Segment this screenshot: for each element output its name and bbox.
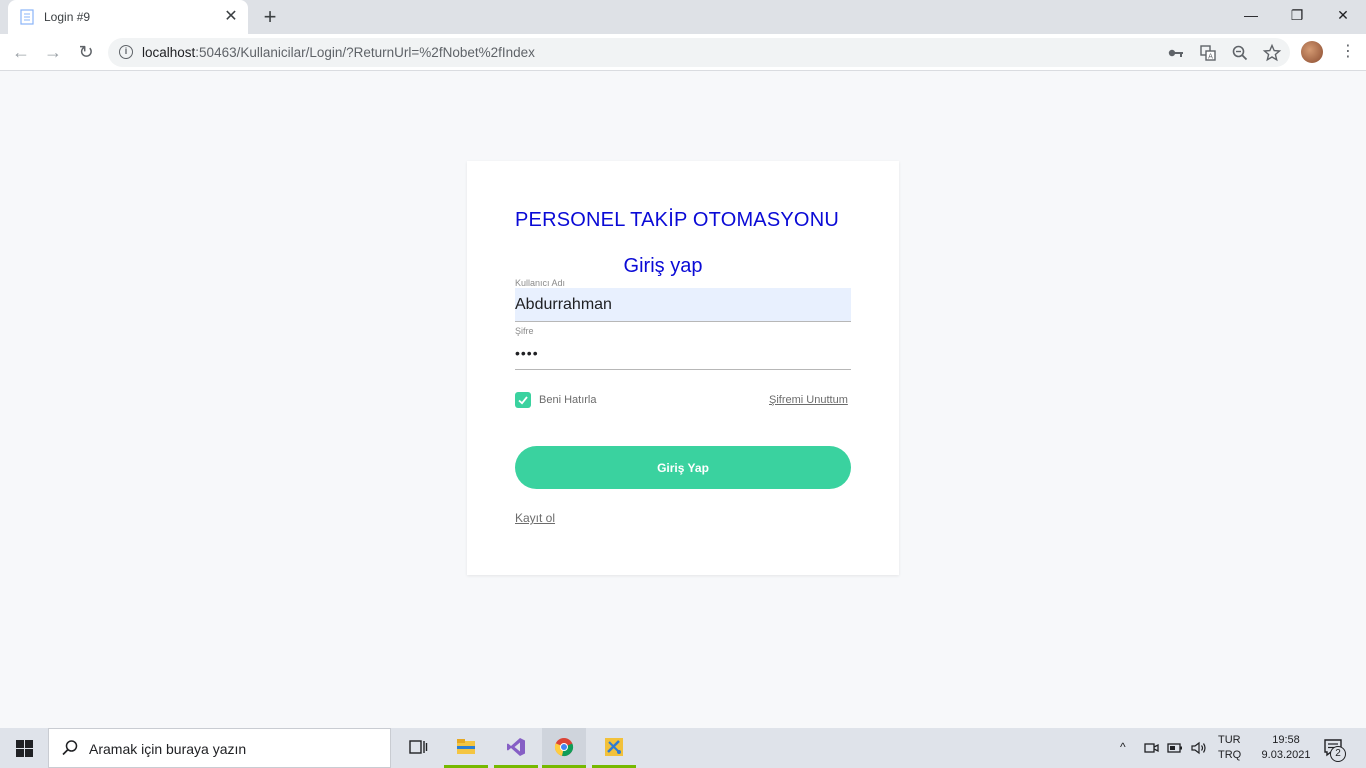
taskbar-file-explorer[interactable] <box>444 728 488 768</box>
browser-toolbar: ← → ↻ i localhost:50463/Kullanicilar/Log… <box>0 34 1366 71</box>
tab-title: Login #9 <box>44 10 91 24</box>
notification-count-badge: 2 <box>1330 746 1346 762</box>
register-link[interactable]: Kayıt ol <box>515 511 555 525</box>
browser-tab-active[interactable]: Login #9 ✕ <box>8 0 248 34</box>
password-field: Şifre <box>515 326 851 370</box>
forward-icon[interactable]: → <box>41 40 65 64</box>
login-title: Giriş yap <box>623 255 703 277</box>
browser-tabstrip: Login #9 ✕ + — ❐ ✕ <box>0 0 1366 34</box>
app-title: PERSONEL TAKİP OTOMASYONU <box>515 209 839 231</box>
tab-close-icon[interactable]: ✕ <box>222 8 240 26</box>
address-bar[interactable]: i localhost:50463/Kullanicilar/Login/?Re… <box>108 38 1290 67</box>
forgot-password-link[interactable]: Şifremi Unuttum <box>769 394 848 406</box>
taskbar-tool-app[interactable] <box>592 728 636 768</box>
zoom-icon[interactable] <box>1230 43 1250 63</box>
login-button[interactable]: Giriş Yap <box>515 446 851 489</box>
language-code: TUR <box>1218 734 1241 746</box>
windows-logo-icon <box>16 740 33 757</box>
password-label: Şifre <box>515 326 534 336</box>
remember-label: Beni Hatırla <box>539 394 597 406</box>
username-label: Kullanıcı Adı <box>515 278 566 288</box>
taskbar-visual-studio[interactable] <box>494 728 538 768</box>
remember-checkbox[interactable] <box>515 392 531 408</box>
back-icon[interactable]: ← <box>9 40 33 64</box>
task-view-icon <box>409 740 428 754</box>
window-minimize-button[interactable]: — <box>1236 4 1266 26</box>
chrome-icon <box>554 738 574 757</box>
start-button[interactable] <box>0 728 48 768</box>
clock-time: 19:58 <box>1272 734 1300 746</box>
search-icon <box>62 740 78 756</box>
username-input[interactable] <box>515 288 851 322</box>
password-input[interactable] <box>515 336 851 370</box>
meet-now-icon[interactable] <box>1142 740 1160 756</box>
check-icon <box>518 396 528 405</box>
tool-icon <box>605 738 623 756</box>
battery-icon[interactable] <box>1166 740 1184 756</box>
url-text[interactable]: localhost:50463/Kullanicilar/Login/?Retu… <box>142 45 535 60</box>
keyboard-layout-code: TRQ <box>1218 749 1242 761</box>
login-card: PERSONEL TAKİP OTOMASYONU Giriş yap Kull… <box>467 161 899 575</box>
menu-icon[interactable]: ⋮ <box>1338 40 1358 64</box>
reload-icon[interactable]: ↻ <box>74 40 98 64</box>
window-close-button[interactable]: ✕ <box>1328 4 1358 26</box>
taskbar-clock[interactable]: 19:58 9.03.2021 <box>1256 733 1316 763</box>
remember-me[interactable]: Beni Hatırla <box>515 392 655 408</box>
key-icon[interactable] <box>1166 43 1186 63</box>
visual-studio-icon <box>507 738 525 756</box>
input-language-indicator[interactable]: TUR TRQ <box>1218 733 1241 763</box>
task-view-button[interactable] <box>396 728 440 768</box>
info-icon[interactable]: i <box>119 45 133 59</box>
tray-overflow-chevron-icon[interactable]: ^ <box>1120 740 1126 754</box>
page-favicon-icon <box>20 9 34 25</box>
clock-date: 9.03.2021 <box>1261 749 1311 761</box>
new-tab-button[interactable]: + <box>258 6 282 28</box>
taskbar-chrome[interactable] <box>542 728 586 768</box>
translate-icon[interactable]: A <box>1198 43 1218 63</box>
username-field: Kullanıcı Adı <box>515 278 851 322</box>
profile-avatar[interactable] <box>1301 41 1323 63</box>
search-placeholder: Aramak için buraya yazın <box>89 741 247 757</box>
windows-taskbar: Aramak için buraya yazın ^ TUR TRQ 19:58… <box>0 728 1366 768</box>
file-explorer-icon <box>457 739 475 754</box>
svg-text:A: A <box>1208 53 1213 61</box>
star-icon[interactable] <box>1262 43 1282 63</box>
taskbar-search-box[interactable]: Aramak için buraya yazın <box>48 728 391 768</box>
volume-icon[interactable] <box>1190 740 1208 756</box>
window-maximize-button[interactable]: ❐ <box>1282 4 1312 26</box>
